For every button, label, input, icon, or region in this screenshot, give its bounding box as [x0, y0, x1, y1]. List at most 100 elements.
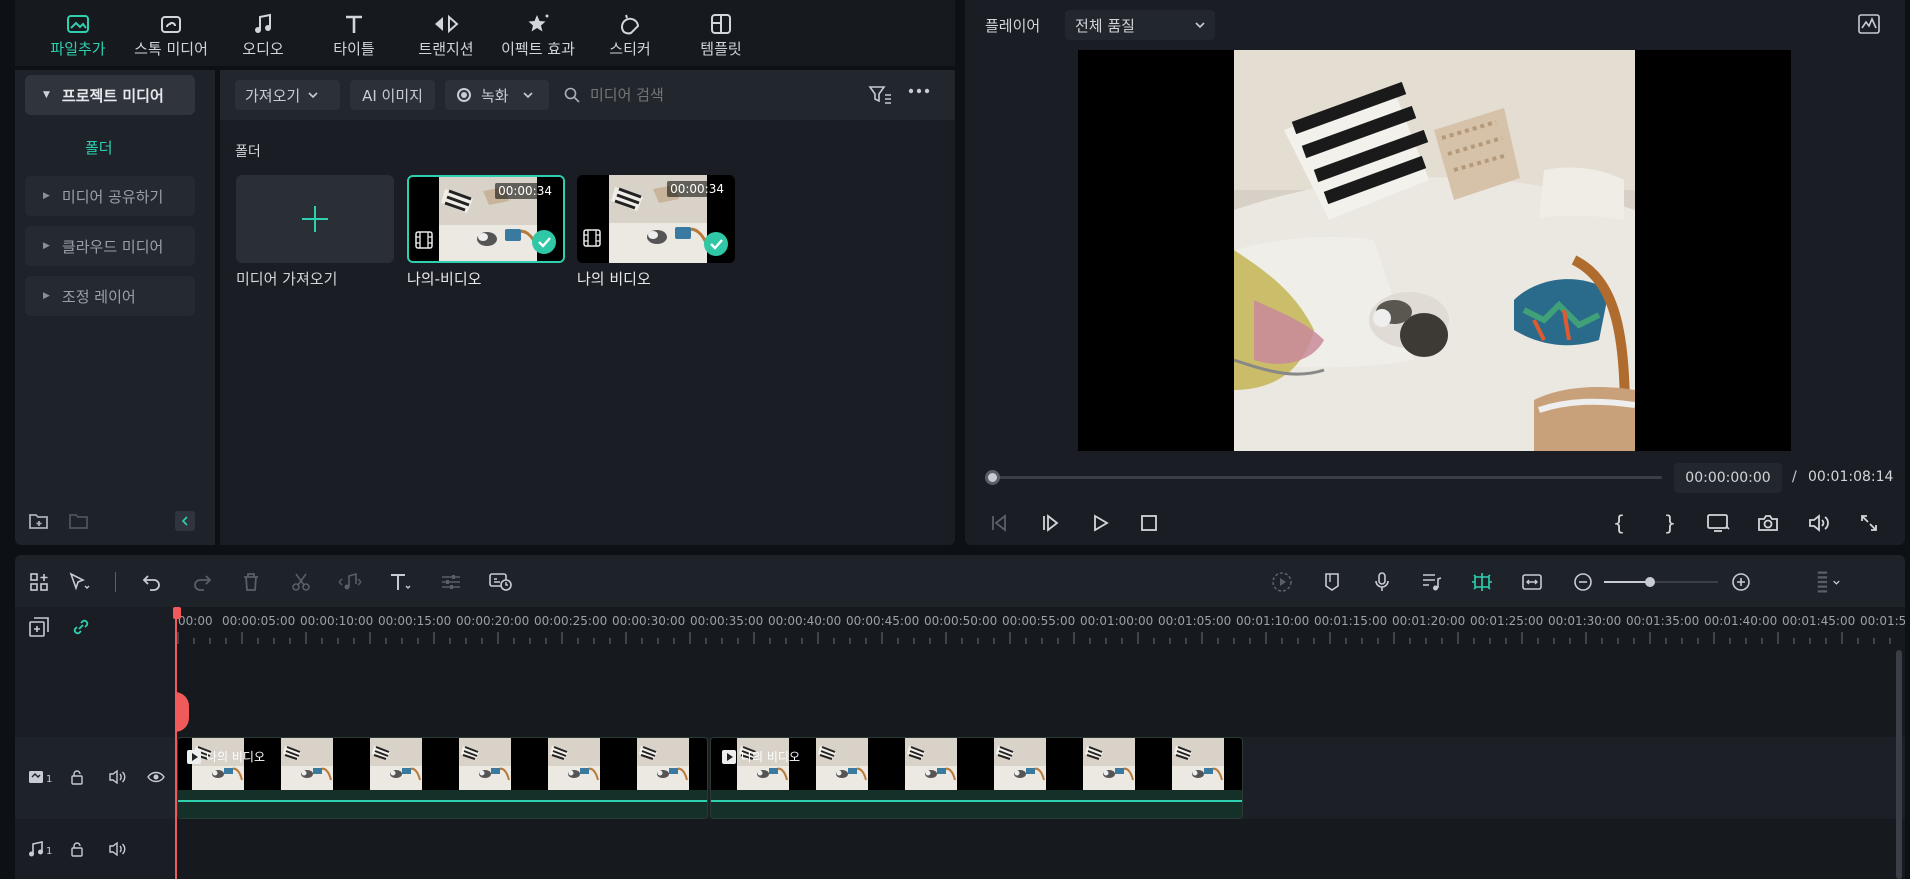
adjust-button[interactable] — [437, 568, 465, 596]
layout-grid-button[interactable] — [25, 568, 53, 596]
record-label: 녹화 — [481, 86, 509, 105]
track-mute-icon[interactable] — [108, 769, 126, 785]
sidebar-item-adjust-layer[interactable]: ▶ 조정 레이어 — [25, 276, 195, 316]
tab-effects[interactable]: 이펙트 효과 — [488, 10, 588, 59]
tab-stock-media[interactable]: 스톡 미디어 — [121, 10, 221, 59]
playhead-line[interactable] — [175, 607, 177, 879]
tab-stickers[interactable]: 스티커 — [580, 10, 680, 59]
zoom-in-button[interactable] — [1727, 568, 1755, 596]
folder-icon[interactable] — [68, 511, 90, 531]
render-preview-button[interactable] — [1268, 568, 1296, 596]
volume-button[interactable] — [1806, 510, 1832, 536]
sidebar-item-label: 조정 레이어 — [61, 287, 136, 306]
ruler-label: 00:01:45:00 — [1782, 614, 1856, 628]
stop-button[interactable] — [1136, 510, 1162, 536]
quality-dropdown[interactable]: 전체 품질 — [1065, 10, 1215, 40]
track-mute-icon[interactable] — [108, 841, 126, 857]
media-item-name: 나의 비디오 — [577, 270, 651, 288]
timeline-video-clip[interactable]: 나의 비디오 — [710, 737, 1243, 819]
tab-label: 파일추가 — [50, 40, 106, 58]
track-height-button[interactable] — [1814, 568, 1842, 596]
playhead-top-handle[interactable] — [173, 607, 181, 619]
sidebar-item-cloud-media[interactable]: ▶ 클라우드 미디어 — [25, 226, 195, 266]
sidebar-item-project-media[interactable]: ▼ 프로젝트 미디어 — [25, 75, 195, 115]
duration-badge: 00:00:34 — [495, 183, 555, 199]
audio-mix-button[interactable] — [1418, 568, 1446, 596]
tab-titles[interactable]: 타이틀 — [304, 10, 404, 59]
redo-button[interactable] — [188, 568, 216, 596]
video-preview[interactable] — [1078, 50, 1791, 451]
add-track-icon[interactable] — [28, 616, 50, 638]
media-item-thumbnail[interactable]: 00:00:34 — [577, 175, 735, 263]
sidebar-item-folder[interactable]: 폴더 — [85, 137, 113, 158]
snapshot-button[interactable] — [1755, 510, 1781, 536]
more-options-icon[interactable] — [908, 87, 930, 95]
music-list-icon — [1423, 574, 1442, 591]
tab-transitions[interactable]: 트랜지션 — [396, 10, 496, 59]
media-search-input[interactable] — [590, 82, 790, 108]
filter-sort-icon[interactable] — [868, 85, 892, 105]
audio-tool-button[interactable] — [336, 568, 364, 596]
clip-label: 나의 비디오 — [206, 750, 266, 764]
timeline-video-clip[interactable]: 나의 비디오 — [177, 737, 708, 819]
tab-label: 스톡 미디어 — [134, 40, 208, 58]
fit-timeline-button[interactable] — [1518, 568, 1546, 596]
playback-progress-track[interactable] — [992, 476, 1662, 479]
zoom-out-button[interactable] — [1569, 568, 1597, 596]
delete-button[interactable] — [237, 568, 265, 596]
ruler-label: 00:01:30:00 — [1548, 614, 1622, 628]
ruler-label: 00:00:40:00 — [768, 614, 842, 628]
caret-right-icon: ▶ — [43, 291, 50, 301]
sidebar-item-label: 클라우드 미디어 — [61, 237, 164, 256]
checkmark-icon — [532, 230, 556, 254]
marker-button[interactable] — [1318, 568, 1346, 596]
lock-icon[interactable] — [69, 841, 85, 857]
snap-button[interactable] — [1468, 568, 1496, 596]
tab-audio[interactable]: 오디오 — [213, 10, 313, 59]
ai-image-button[interactable]: AI 이미지 — [350, 80, 435, 110]
ruler-label: 00:00:10:00 — [300, 614, 374, 628]
collapse-sidebar-button[interactable] — [175, 511, 195, 531]
text-tool-button[interactable] — [387, 568, 415, 596]
waveform-monitor-icon[interactable] — [1858, 14, 1880, 34]
duration-badge: 00:00:34 — [667, 181, 727, 197]
import-dropdown[interactable]: 가져오기 — [235, 80, 340, 110]
checkmark-icon — [704, 232, 728, 256]
link-icon[interactable] — [70, 616, 92, 638]
media-panel — [220, 70, 955, 545]
undo-button[interactable] — [138, 568, 166, 596]
speech-to-text-button[interactable] — [487, 568, 515, 596]
playback-progress-handle[interactable] — [985, 470, 1000, 485]
lock-icon[interactable] — [69, 769, 85, 785]
display-settings-button[interactable] — [1706, 510, 1732, 536]
current-time-field[interactable]: 00:00:00:00 — [1674, 463, 1782, 493]
mark-in-button[interactable]: { — [1606, 510, 1632, 536]
mark-out-button[interactable]: } — [1657, 510, 1683, 536]
marker-flag-icon — [1325, 573, 1339, 591]
sidebar-item-media-share[interactable]: ▶ 미디어 공유하기 — [25, 176, 195, 216]
new-folder-icon[interactable] — [28, 511, 50, 531]
voiceover-button[interactable] — [1368, 568, 1396, 596]
clip-title: 나의 비디오 — [186, 748, 265, 765]
timeline-vertical-scrollbar[interactable] — [1896, 650, 1902, 879]
sliders-icon — [442, 575, 460, 589]
tab-templates[interactable]: 템플릿 — [671, 10, 771, 59]
stock-cloud-icon — [159, 10, 183, 38]
monitor-icon — [1707, 514, 1730, 532]
cut-button[interactable] — [287, 568, 315, 596]
import-media-tile[interactable] — [236, 175, 394, 263]
record-dropdown[interactable]: 녹화 — [445, 80, 549, 110]
chevron-down-icon — [1195, 22, 1205, 29]
select-tool-button[interactable] — [65, 568, 93, 596]
eye-icon[interactable] — [147, 770, 165, 784]
cursor-arrow-icon — [69, 572, 90, 591]
tab-file-add[interactable]: 파일추가 — [28, 10, 128, 59]
prev-frame-button[interactable] — [986, 510, 1012, 536]
media-item-thumbnail[interactable]: 00:00:34 — [407, 175, 565, 263]
audio-note-icon — [338, 572, 362, 590]
play-button[interactable] — [1087, 510, 1113, 536]
clip-audio-strip — [178, 790, 707, 818]
next-frame-button[interactable] — [1037, 510, 1063, 536]
fullscreen-button[interactable] — [1856, 510, 1882, 536]
zoom-slider-handle[interactable] — [1645, 577, 1655, 587]
